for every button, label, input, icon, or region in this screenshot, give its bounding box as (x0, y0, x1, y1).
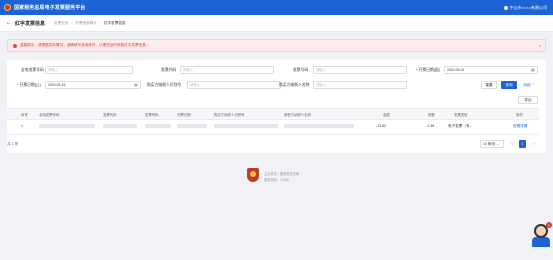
search-button[interactable]: 查询 (501, 81, 517, 89)
col-header: 全电发票号码 (39, 113, 60, 117)
invoice-no-label: 全电发票号码 (21, 68, 44, 72)
invoice-number-input[interactable]: 请输入 (313, 66, 407, 74)
page-1-button[interactable]: 1 (519, 140, 526, 148)
query-panel: 全电发票号码 请输入 发票代码 请输入 发票号码 请输入 * 开票日期(起) 2… (7, 60, 546, 153)
user-name: 中山市××××有限公司 (509, 5, 547, 10)
warning-icon (13, 43, 17, 48)
brand-title: 国家税务总局电子发票服务平台 (14, 5, 86, 11)
page-title: 红字发票信息 (15, 20, 46, 27)
breadcrumb-current: 红字发票信息 (103, 20, 126, 25)
redacted-cell (284, 124, 354, 128)
top-bar: 国家税务总局电子发票服务平台 中山市××××有限公司 (0, 0, 553, 15)
col-header: 操作 (516, 113, 523, 117)
col-header: 金额 (383, 113, 390, 117)
redacted-cell (145, 124, 171, 128)
user-icon (503, 6, 508, 10)
next-page-button[interactable]: > (530, 140, 537, 148)
start-date-label: * 开票日期(起) (416, 68, 441, 72)
buyer-taxid-input[interactable]: 请输入 (187, 81, 281, 89)
invoice-code-input[interactable]: 请输入 (180, 66, 274, 74)
row-index: 1 (21, 124, 23, 128)
page-size-select[interactable]: 10 条/页 ⌄ (480, 140, 504, 148)
alert-text: 温馨提示：请根据实际情况，准确填写查询条件，以便您及时获取红字发票信息。 (20, 43, 150, 47)
end-date-input[interactable]: 2022-09-15 (45, 81, 141, 89)
calendar-icon[interactable]: ▦ (531, 67, 535, 72)
breadcrumb-item[interactable]: 发票业务 (54, 21, 68, 26)
end-date-label: * 开票日期(止) (17, 83, 42, 87)
redacted-cell (39, 124, 95, 128)
national-emblem-icon (247, 168, 259, 182)
table-row: 1 -13.62 -1.38 电子发票（专... 查看详情 (7, 119, 539, 135)
buyer-taxid-label: 购买方纳税人识别号 (147, 83, 182, 87)
col-header: 购买方纳税人识别号 (214, 113, 245, 117)
assistant-avatar-icon[interactable]: 1 (531, 222, 552, 248)
reset-button[interactable]: 重置 (481, 81, 497, 89)
invoice-number-label: 发票号码 (293, 68, 309, 72)
view-detail-link[interactable]: 查看详情 (513, 124, 527, 129)
prev-page-button[interactable]: < (508, 140, 515, 148)
notification-badge: 1 (546, 222, 552, 228)
calendar-icon[interactable]: ▦ (134, 82, 138, 87)
buyer-name-label: 购买方纳税人名称 (279, 83, 310, 87)
close-icon[interactable]: × (539, 43, 541, 48)
breadcrumb-separator: / (99, 21, 101, 25)
invoice-type-cell: 电子发票（专... (448, 124, 473, 128)
breadcrumb-separator: / (71, 21, 73, 25)
redacted-cell (177, 124, 207, 128)
user-menu[interactable]: 中山市××××有限公司 (503, 5, 547, 11)
assistant-body (532, 237, 550, 247)
invoice-no-input[interactable]: 请输入 (45, 66, 133, 74)
tax-logo-icon (4, 4, 11, 11)
tax-cell: -1.38 (426, 124, 435, 128)
col-header: 发票号码 (145, 113, 159, 117)
breadcrumb-item[interactable]: 开票信息确认 (75, 21, 97, 26)
redacted-cell (214, 124, 278, 128)
total-count: 共 1 条 (7, 142, 19, 146)
col-header: 序号 (21, 113, 28, 117)
start-date-input[interactable]: 2022-09-01 (444, 66, 538, 74)
invoice-code-label: 发票代码 (161, 68, 177, 72)
col-header: 销售方纳税人名称 (284, 113, 312, 117)
col-header: 发票代码 (103, 113, 117, 117)
breadcrumb: 发票业务 / 开票信息确认 / 红字发票信息 (54, 21, 126, 26)
back-arrow-icon[interactable]: ← (6, 20, 12, 26)
amount-cell: -13.62 (376, 124, 387, 128)
buyer-name-input[interactable]: 请输入 (313, 81, 407, 89)
footer-hotline: 服务热线：12366 (264, 178, 289, 182)
export-button[interactable]: 导出 (518, 96, 538, 104)
collapse-toggle[interactable]: 收起 ⌃ (520, 81, 538, 89)
footer-sponsor: 主办单位：国家税务总局 (264, 172, 300, 176)
col-header: 税额 (428, 113, 435, 117)
page-header: ← 红字发票信息 发票业务 / 开票信息确认 / 红字发票信息 (0, 15, 553, 32)
col-header: 开票日期 (177, 113, 191, 117)
info-alert: 温馨提示：请根据实际情况，准确填写查询条件，以便您及时获取红字发票信息。 × (7, 39, 546, 52)
redacted-cell (103, 124, 137, 128)
col-header: 发票类型 (454, 113, 468, 117)
